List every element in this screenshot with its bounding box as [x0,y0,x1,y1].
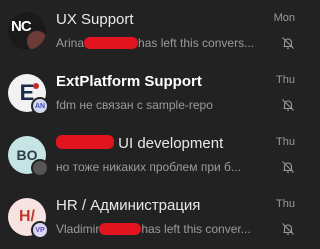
redaction-bar [56,135,114,149]
chat-preview: Arina has left this convers... [56,35,275,51]
logo-accent-icon [33,83,39,89]
redaction-bar [84,37,139,49]
chat-item-ux-support[interactable]: NC UX Support Mon Arina has left this con… [0,0,305,62]
bell-slash-icon[interactable] [281,98,295,112]
chat-time: Thu [276,74,295,86]
chat-item-ui-development[interactable]: BO UI development Thu но тоже никаких пр… [0,124,305,186]
chat-list: NC UX Support Mon Arina has left this con… [0,0,305,249]
chat-time: Mon [273,12,295,24]
sub-avatar: AN [31,97,49,115]
chat-title: ExtPlatform Support [56,73,202,90]
chat-avatar: NC [8,12,46,50]
preview-text: has left this convers... [138,36,255,50]
bell-slash-icon[interactable] [281,222,295,236]
sub-avatar: VP [31,221,49,239]
chat-item-extplatform-support[interactable]: E AN ExtPlatform Support Thu fdm не связ… [0,62,305,124]
preview-sender: Vladimir [56,222,100,236]
chat-title: UI development [56,134,263,154]
avatar-initials: NC [11,18,32,35]
chat-preview: fdm не связан с sample-repo [56,98,213,112]
chat-title: HR / Администрация [56,197,201,214]
chat-title: UX Support [56,11,134,28]
preview-text: has left this conver... [141,222,251,236]
chat-preview: но тоже никаких проблем при б... [56,160,241,174]
chat-item-hr-administration[interactable]: H/ VP HR / Администрация Thu Vladimir has… [0,186,305,248]
user-photo-icon [26,30,46,50]
redaction-bar [99,223,142,235]
chat-preview: Vladimir has left this conver... [56,221,275,237]
chat-title-text: UI development [118,135,224,152]
chat-time: Thu [276,198,295,210]
user-photo-icon [31,159,49,177]
chat-time: Thu [276,136,295,148]
bell-slash-icon[interactable] [281,160,295,174]
preview-sender: Arina [56,36,85,50]
bell-slash-icon[interactable] [281,36,295,50]
